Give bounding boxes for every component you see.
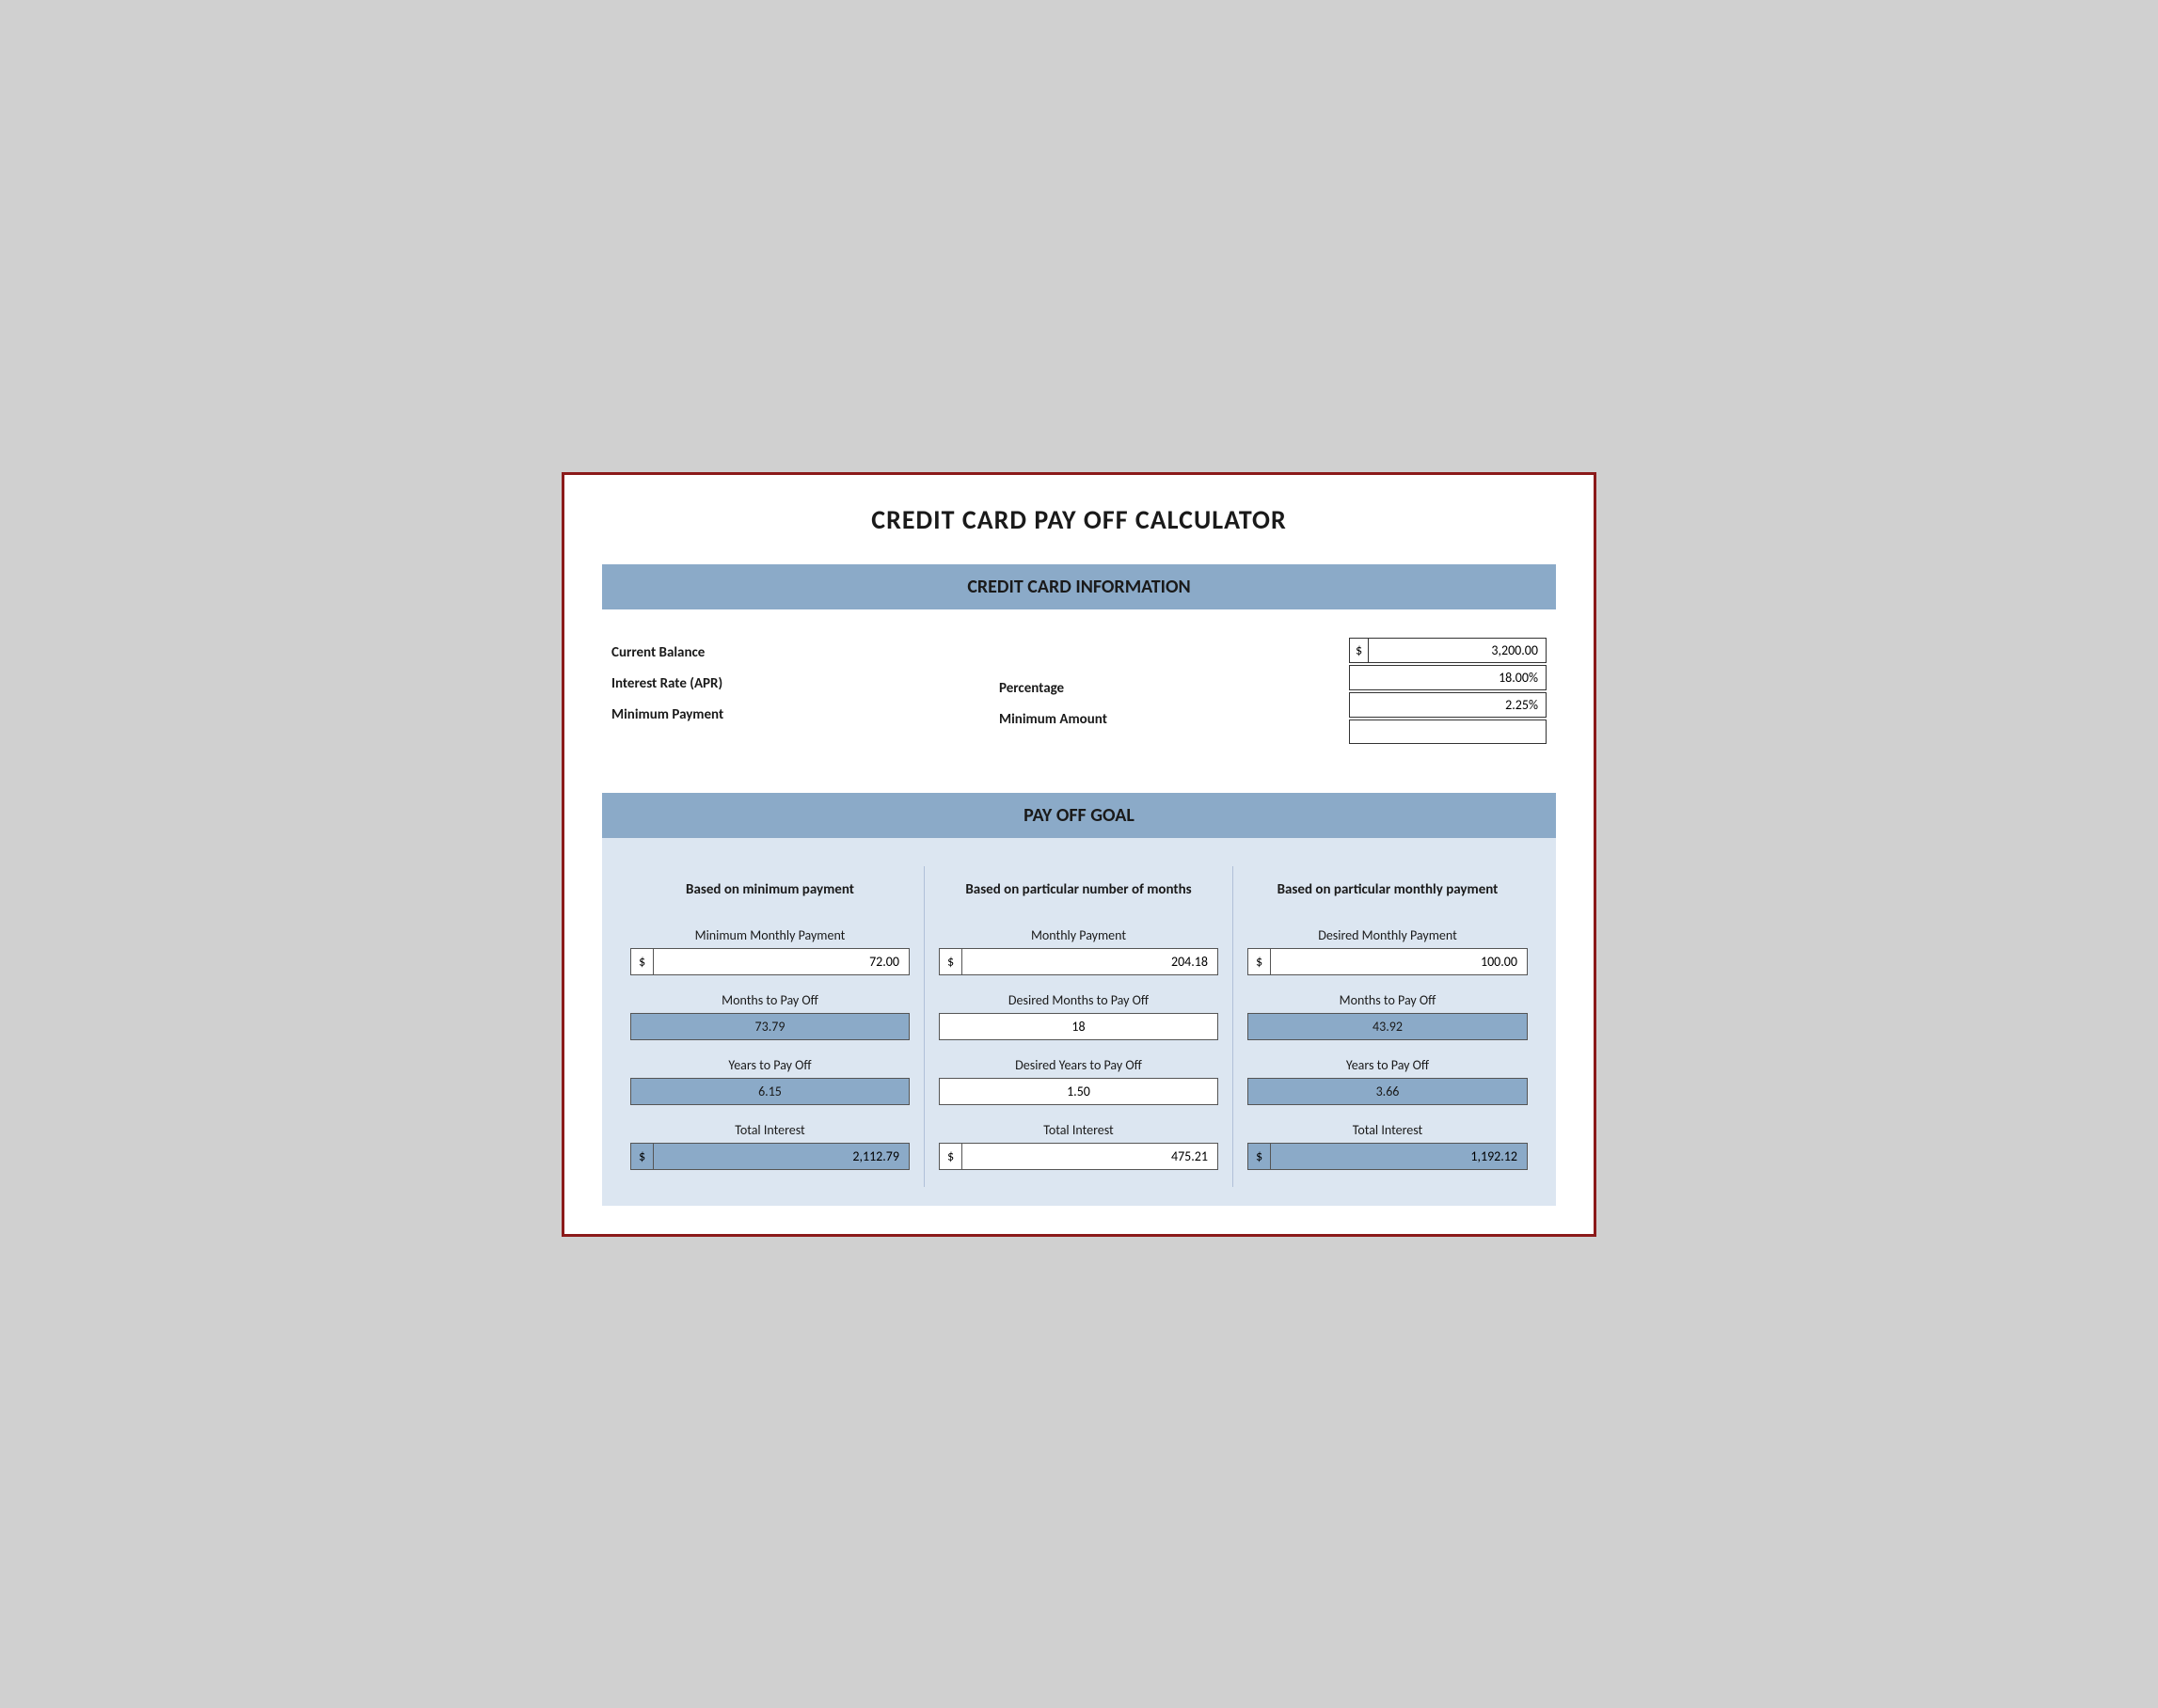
min-amount-field[interactable] [1349, 720, 1547, 744]
col1-months-value: 73.79 [630, 1013, 910, 1040]
col3-interest-dollar: $ [1248, 1144, 1271, 1169]
col2-monthly-dollar: $ [940, 949, 962, 974]
col3-months-value: 43.92 [1247, 1013, 1528, 1040]
cc-inputs: $ 3,200.00 18.00% 2.25% [1349, 638, 1556, 746]
col2-header: Based on particular number of months [939, 866, 1218, 913]
col1-interest-field: $ 2,112.79 [630, 1143, 910, 1170]
col3-header: Based on particular monthly payment [1247, 866, 1528, 913]
payoff-columns: Based on minimum payment Minimum Monthly… [602, 857, 1556, 1187]
col1-interest-group: Total Interest $ 2,112.79 [630, 1122, 910, 1170]
col1-monthly-dollar: $ [631, 949, 654, 974]
payoff-col-3: Based on particular monthly payment Desi… [1233, 866, 1542, 1187]
col3-years-group: Years to Pay Off 3.66 [1247, 1057, 1528, 1105]
col1-years-label: Years to Pay Off [630, 1057, 910, 1073]
col1-monthly-value: 72.00 [654, 949, 909, 974]
col2-months-group: Desired Months to Pay Off 18 [939, 992, 1218, 1040]
col2-interest-label: Total Interest [939, 1122, 1218, 1138]
col2-years-group: Desired Years to Pay Off 1.50 [939, 1057, 1218, 1105]
col3-years-value: 3.66 [1247, 1078, 1528, 1105]
col3-monthly-label: Desired Monthly Payment [1247, 927, 1528, 943]
col1-interest-label: Total Interest [630, 1122, 910, 1138]
main-title: CREDIT CARD PAY OFF CALCULATOR [602, 503, 1556, 536]
col2-interest-group: Total Interest $ 475.21 [939, 1122, 1218, 1170]
col3-interest-field: $ 1,192.12 [1247, 1143, 1528, 1170]
col3-interest-group: Total Interest $ 1,192.12 [1247, 1122, 1528, 1170]
col2-monthly-value: 204.18 [962, 949, 1217, 974]
interest-rate-label: Interest Rate (APR) [611, 669, 961, 700]
col3-monthly-group: Desired Monthly Payment $ 100.00 [1247, 927, 1528, 975]
col2-months-label: Desired Months to Pay Off [939, 992, 1218, 1008]
col3-years-label: Years to Pay Off [1247, 1057, 1528, 1073]
col1-monthly-field[interactable]: $ 72.00 [630, 948, 910, 975]
col1-interest-dollar: $ [631, 1144, 654, 1169]
col2-months-value[interactable]: 18 [939, 1013, 1218, 1040]
cc-labels: Current Balance Interest Rate (APR) Mini… [602, 638, 961, 731]
col3-interest-value: 1,192.12 [1271, 1144, 1527, 1169]
col1-years-group: Years to Pay Off 6.15 [630, 1057, 910, 1105]
col3-monthly-value[interactable]: 100.00 [1271, 949, 1527, 974]
col1-years-value: 6.15 [630, 1078, 910, 1105]
cc-info-grid: Current Balance Interest Rate (APR) Mini… [602, 628, 1556, 765]
payoff-col-1: Based on minimum payment Minimum Monthly… [616, 866, 925, 1187]
col1-monthly-group: Minimum Monthly Payment $ 72.00 [630, 927, 910, 975]
col3-months-label: Months to Pay Off [1247, 992, 1528, 1008]
payoff-col-2: Based on particular number of months Mon… [925, 866, 1233, 1187]
col1-header: Based on minimum payment [630, 866, 910, 913]
current-balance-label: Current Balance [611, 638, 961, 669]
col2-monthly-label: Monthly Payment [939, 927, 1218, 943]
col2-interest-field: $ 475.21 [939, 1143, 1218, 1170]
col2-years-value: 1.50 [939, 1078, 1218, 1105]
col1-monthly-label: Minimum Monthly Payment [630, 927, 910, 943]
payoff-section: PAY OFF GOAL Based on minimum payment Mi… [602, 793, 1556, 1206]
min-payment-pct-field[interactable]: 2.25% [1349, 692, 1547, 718]
col2-monthly-group: Monthly Payment $ 204.18 [939, 927, 1218, 975]
current-balance-field[interactable]: $ 3,200.00 [1349, 638, 1547, 663]
calculator-container: CREDIT CARD PAY OFF CALCULATOR CREDIT CA… [562, 472, 1596, 1237]
col2-monthly-field: $ 204.18 [939, 948, 1218, 975]
cc-middle: Percentage Minimum Amount [961, 638, 1349, 735]
col1-months-group: Months to Pay Off 73.79 [630, 992, 910, 1040]
col2-interest-dollar: $ [940, 1144, 962, 1169]
dollar-sign-balance: $ [1350, 639, 1369, 662]
col1-months-label: Months to Pay Off [630, 992, 910, 1008]
cc-info-header: CREDIT CARD INFORMATION [602, 564, 1556, 609]
cc-info-section: CREDIT CARD INFORMATION Current Balance … [602, 564, 1556, 765]
col2-years-label: Desired Years to Pay Off [939, 1057, 1218, 1073]
current-balance-value[interactable]: 3,200.00 [1369, 639, 1546, 662]
payoff-header: PAY OFF GOAL [602, 793, 1556, 838]
col3-interest-label: Total Interest [1247, 1122, 1528, 1138]
col3-monthly-field[interactable]: $ 100.00 [1247, 948, 1528, 975]
col2-interest-value: 475.21 [962, 1144, 1217, 1169]
minimum-amount-sublabel: Minimum Amount [999, 704, 1349, 735]
col3-months-group: Months to Pay Off 43.92 [1247, 992, 1528, 1040]
col1-interest-value: 2,112.79 [654, 1144, 909, 1169]
col3-monthly-dollar: $ [1248, 949, 1271, 974]
minimum-payment-label: Minimum Payment [611, 700, 961, 731]
percentage-sublabel: Percentage [999, 673, 1349, 704]
interest-rate-field[interactable]: 18.00% [1349, 665, 1547, 690]
